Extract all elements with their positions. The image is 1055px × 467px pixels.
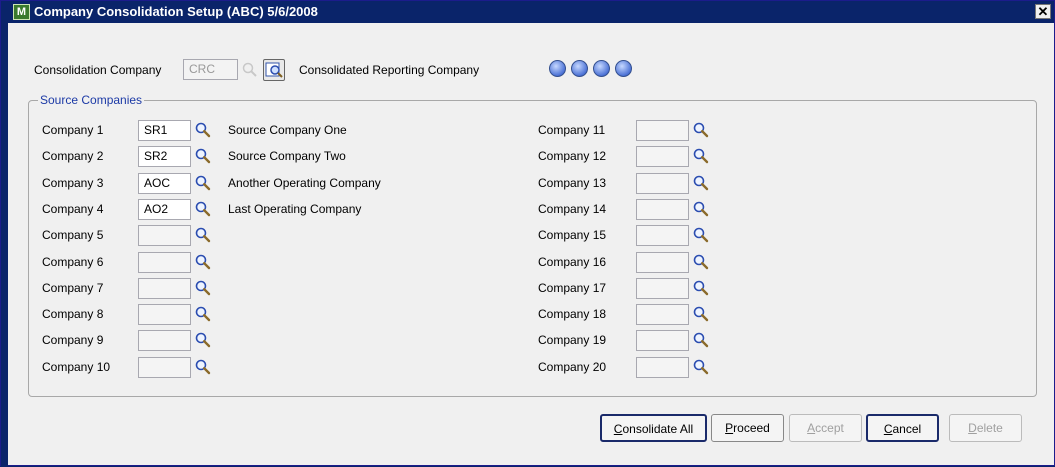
company-name: Source Company Two — [228, 149, 346, 163]
company-label: Company 19 — [538, 333, 607, 347]
magnifier-icon[interactable] — [194, 226, 212, 244]
company-label: Company 12 — [538, 149, 607, 163]
cancel-button[interactable]: Cancel — [866, 414, 939, 442]
last-record-icon[interactable] — [615, 60, 632, 77]
company-code-field[interactable]: SR1 — [138, 120, 191, 141]
window-left-frame — [1, 23, 8, 467]
disabled-lookup-icon — [242, 62, 257, 77]
consolidate-all-label: onsolidate All — [622, 422, 694, 436]
cancel-label: ancel — [892, 422, 922, 436]
consolidation-company-field: CRC — [183, 59, 238, 80]
company-code-field[interactable] — [636, 252, 689, 273]
title-bar[interactable]: M Company Consolidation Setup (ABC) 5/6/… — [1, 1, 1054, 23]
company-code-field[interactable] — [636, 225, 689, 246]
company-code-field[interactable] — [138, 304, 191, 325]
company-code-field[interactable] — [138, 278, 191, 299]
company-label: Company 10 — [42, 360, 111, 374]
previous-record-icon[interactable] — [571, 60, 588, 77]
close-button[interactable]: ✕ — [1035, 4, 1051, 19]
magnifier-icon[interactable] — [194, 147, 212, 165]
magnifier-icon[interactable] — [194, 200, 212, 218]
next-record-icon[interactable] — [593, 60, 610, 77]
magnifier-icon[interactable] — [692, 253, 710, 271]
magnifier-icon[interactable] — [692, 226, 710, 244]
magnifier-icon[interactable] — [692, 305, 710, 323]
magnifier-icon[interactable] — [194, 331, 212, 349]
company-label: Company 4 — [42, 202, 104, 216]
magnifier-icon[interactable] — [194, 305, 212, 323]
magnifier-icon[interactable] — [692, 147, 710, 165]
magnifier-icon[interactable] — [692, 279, 710, 297]
magnifier-icon[interactable] — [194, 121, 212, 139]
company-code-field[interactable] — [636, 146, 689, 167]
company-label: Company 7 — [42, 281, 104, 295]
company-name: Source Company One — [228, 123, 347, 137]
company-label: Company 20 — [538, 360, 607, 374]
company-label: Company 5 — [42, 228, 104, 242]
company-code-field[interactable]: SR2 — [138, 146, 191, 167]
accept-label: ccept — [815, 421, 844, 435]
app-icon: M — [13, 4, 30, 20]
magnifier-icon[interactable] — [692, 331, 710, 349]
company-code-field[interactable] — [138, 252, 191, 273]
proceed-button[interactable]: Proceed — [711, 414, 784, 442]
dialog-window: M Company Consolidation Setup (ABC) 5/6/… — [0, 0, 1055, 467]
company-code-field[interactable] — [138, 225, 191, 246]
magnifier-icon[interactable] — [692, 200, 710, 218]
consolidated-reporting-company-button[interactable] — [263, 59, 285, 81]
company-code-field[interactable] — [138, 330, 191, 351]
magnifier-icon[interactable] — [692, 174, 710, 192]
delete-button[interactable]: Delete — [949, 414, 1022, 442]
company-label: Company 1 — [42, 123, 104, 137]
company-code-field[interactable] — [636, 120, 689, 141]
first-record-icon[interactable] — [549, 60, 566, 77]
magnifier-icon[interactable] — [194, 253, 212, 271]
proceed-label: roceed — [733, 421, 770, 435]
company-code-field[interactable] — [636, 173, 689, 194]
magnifier-icon[interactable] — [692, 121, 710, 139]
company-label: Company 16 — [538, 255, 607, 269]
magnifier-icon[interactable] — [194, 174, 212, 192]
company-code-field[interactable] — [636, 330, 689, 351]
magnifier-icon[interactable] — [692, 358, 710, 376]
magnifier-icon[interactable] — [194, 279, 212, 297]
company-label: Company 9 — [42, 333, 104, 347]
consolidate-all-button[interactable]: Consolidate All — [600, 414, 707, 442]
company-code-field[interactable]: AO2 — [138, 199, 191, 220]
company-code-field[interactable] — [636, 304, 689, 325]
company-code-field[interactable] — [636, 278, 689, 299]
source-companies-group — [28, 100, 1037, 397]
window-title: Company Consolidation Setup (ABC) 5/6/20… — [34, 4, 318, 19]
delete-label: elete — [976, 421, 1003, 435]
company-label: Company 17 — [538, 281, 607, 295]
company-label: Company 13 — [538, 176, 607, 190]
accept-mnemonic: A — [807, 421, 816, 435]
company-name: Another Operating Company — [228, 176, 381, 190]
company-code-field[interactable] — [138, 357, 191, 378]
company-name: Last Operating Company — [228, 202, 362, 216]
company-label: Company 15 — [538, 228, 607, 242]
source-companies-title: Source Companies — [38, 93, 145, 107]
consolidated-reporting-company-label: Consolidated Reporting Company — [299, 63, 480, 77]
company-label: Company 14 — [538, 202, 607, 216]
company-code-field[interactable]: AOC — [138, 173, 191, 194]
company-label: Company 6 — [42, 255, 104, 269]
company-lookup-icon — [265, 62, 283, 78]
company-label: Company 18 — [538, 307, 607, 321]
company-label: Company 8 — [42, 307, 104, 321]
delete-mnemonic: D — [968, 421, 977, 435]
company-label: Company 11 — [538, 123, 606, 137]
company-code-field[interactable] — [636, 357, 689, 378]
proceed-mnemonic: P — [725, 421, 734, 435]
company-label: Company 3 — [42, 176, 104, 190]
company-label: Company 2 — [42, 149, 104, 163]
accept-button[interactable]: Accept — [789, 414, 862, 442]
magnifier-icon[interactable] — [194, 358, 212, 376]
company-code-field[interactable] — [636, 199, 689, 220]
consolidation-company-label: Consolidation Company — [34, 63, 162, 77]
